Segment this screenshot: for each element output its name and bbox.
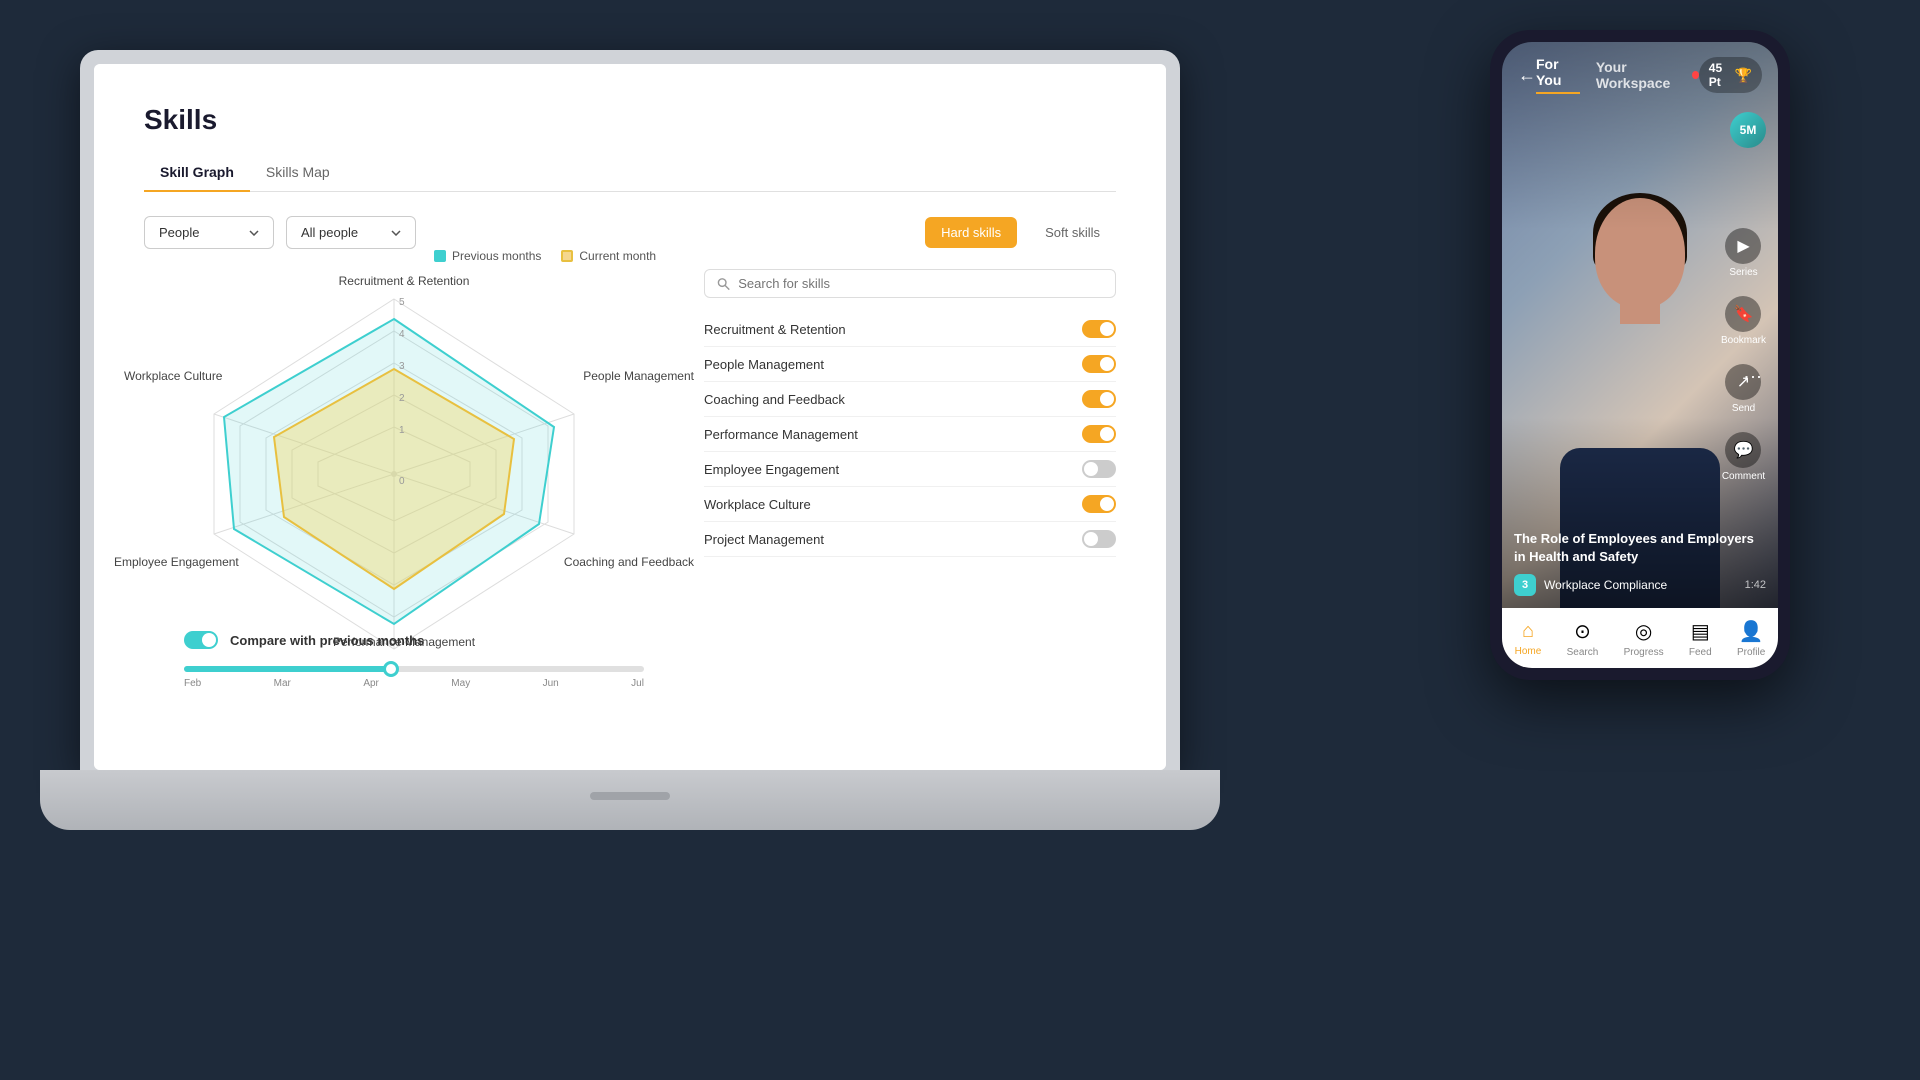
chart-area: 5 4 3 2 1 0 Recruitment & Retention Peop… bbox=[144, 269, 1116, 689]
bookmark-button[interactable]: 🔖 Bookmark bbox=[1721, 296, 1766, 346]
phone-nav: ⌂ Home ⊙ Search ◎ Progress ▤ Feed 👤 P bbox=[1502, 608, 1778, 668]
back-button[interactable]: ← bbox=[1518, 65, 1536, 86]
label-employee-eng: Employee Engagement bbox=[114, 555, 239, 569]
workspace-dot bbox=[1692, 71, 1699, 79]
legend-current: Current month bbox=[561, 249, 656, 263]
search-box bbox=[704, 269, 1116, 298]
video-duration: 1:42 bbox=[1745, 579, 1766, 591]
series-icon: ▶ bbox=[1725, 228, 1761, 264]
toggle-project-mgmt[interactable] bbox=[1082, 530, 1116, 548]
timeline-fill bbox=[184, 666, 391, 672]
phone-frame: ← For You Your Workspace 45 Pt 🏆 5M bbox=[1490, 30, 1790, 680]
skills-panel: Recruitment & Retention People Managemen… bbox=[694, 269, 1116, 689]
phone: ← For You Your Workspace 45 Pt 🏆 5M bbox=[1490, 30, 1790, 680]
skill-item-workplace-culture: Workplace Culture bbox=[704, 487, 1116, 522]
toggle-recruitment[interactable] bbox=[1082, 320, 1116, 338]
hard-skills-button[interactable]: Hard skills bbox=[925, 217, 1017, 248]
skill-item-project-mgmt: Project Management bbox=[704, 522, 1116, 557]
video-title: The Role of Employees and Employers in H… bbox=[1514, 530, 1766, 566]
nav-search[interactable]: ⊙ Search bbox=[1567, 619, 1599, 658]
points-text: 45 Pt bbox=[1709, 61, 1731, 89]
people-dropdown[interactable]: People bbox=[144, 216, 274, 249]
toggle-workplace-culture[interactable] bbox=[1082, 495, 1116, 513]
label-recruitment: Recruitment & Retention bbox=[339, 274, 470, 288]
compare-row: Compare with previous months bbox=[184, 621, 424, 659]
nav-progress[interactable]: ◎ Progress bbox=[1624, 619, 1664, 658]
laptop-frame: Skills Skill Graph Skills Map People All… bbox=[80, 50, 1180, 770]
bookmark-icon: 🔖 bbox=[1725, 296, 1761, 332]
soft-skills-button[interactable]: Soft skills bbox=[1029, 217, 1116, 248]
all-people-dropdown[interactable]: All people bbox=[286, 216, 416, 249]
compare-toggle[interactable] bbox=[184, 631, 218, 649]
phone-header: ← For You Your Workspace 45 Pt 🏆 bbox=[1502, 42, 1778, 102]
nav-profile[interactable]: 👤 Profile bbox=[1737, 619, 1765, 658]
skill-search-input[interactable] bbox=[738, 276, 1103, 291]
search-icon bbox=[717, 277, 730, 291]
search-nav-icon: ⊙ bbox=[1574, 619, 1591, 644]
progress-icon: ◎ bbox=[1635, 619, 1652, 644]
tab-skills-map[interactable]: Skills Map bbox=[250, 156, 346, 192]
tab-skill-graph[interactable]: Skill Graph bbox=[144, 156, 250, 192]
trophy-icon: 🏆 bbox=[1735, 67, 1752, 84]
skill-item-people-mgmt: People Management bbox=[704, 347, 1116, 382]
legend-dot-previous bbox=[434, 250, 446, 262]
timeline-labels: Feb Mar Apr May Jun Jul bbox=[184, 678, 644, 689]
laptop-notch bbox=[590, 792, 670, 800]
skill-item-coaching: Coaching and Feedback bbox=[704, 382, 1116, 417]
toggle-coaching[interactable] bbox=[1082, 390, 1116, 408]
video-badge: 3 Workplace Compliance 1:42 bbox=[1514, 574, 1766, 596]
toggle-employee-eng[interactable] bbox=[1082, 460, 1116, 478]
video-info: The Role of Employees and Employers in H… bbox=[1502, 518, 1778, 608]
label-coaching: Coaching and Feedback bbox=[564, 555, 694, 569]
legend-dot-current bbox=[561, 250, 573, 262]
toggle-performance[interactable] bbox=[1082, 425, 1116, 443]
laptop: Skills Skill Graph Skills Map People All… bbox=[80, 50, 1180, 830]
phone-screen: ← For You Your Workspace 45 Pt 🏆 5M bbox=[1502, 42, 1778, 668]
compare-toggle-knob bbox=[202, 633, 216, 647]
phone-tabs: For You Your Workspace bbox=[1536, 56, 1699, 94]
svg-text:4: 4 bbox=[399, 329, 405, 340]
tab-for-you[interactable]: For You bbox=[1536, 56, 1580, 94]
app-content: Skills Skill Graph Skills Map People All… bbox=[94, 64, 1166, 770]
svg-text:3: 3 bbox=[399, 361, 405, 372]
tabs-container: Skill Graph Skills Map bbox=[144, 156, 1116, 192]
svg-text:2: 2 bbox=[399, 393, 405, 404]
label-workplace-culture: Workplace Culture bbox=[124, 369, 222, 383]
profile-icon: 👤 bbox=[1739, 619, 1764, 644]
skill-item-performance: Performance Management bbox=[704, 417, 1116, 452]
home-icon: ⌂ bbox=[1522, 620, 1534, 643]
svg-text:0: 0 bbox=[399, 476, 405, 487]
toggle-people-mgmt[interactable] bbox=[1082, 355, 1116, 373]
more-options[interactable]: ⋮ bbox=[1742, 368, 1764, 488]
skill-item-employee-eng: Employee Engagement bbox=[704, 452, 1116, 487]
label-people-mgmt: People Management bbox=[583, 369, 694, 383]
laptop-screen: Skills Skill Graph Skills Map People All… bbox=[94, 64, 1166, 770]
series-button[interactable]: ▶ Series bbox=[1721, 228, 1766, 278]
timeline: Feb Mar Apr May Jun Jul bbox=[184, 666, 644, 689]
radar-chart-wrapper: 5 4 3 2 1 0 Recruitment & Retention Peop… bbox=[144, 269, 664, 689]
tab-workspace[interactable]: Your Workspace bbox=[1596, 56, 1699, 94]
chart-legend: Previous months Current month bbox=[434, 249, 656, 263]
compare-label: Compare with previous months bbox=[230, 633, 424, 648]
avatar[interactable]: 5M bbox=[1730, 112, 1766, 148]
points-badge: 45 Pt 🏆 bbox=[1699, 57, 1762, 93]
badge-number: 3 bbox=[1514, 574, 1536, 596]
feed-icon: ▤ bbox=[1691, 619, 1710, 644]
skill-item-recruitment: Recruitment & Retention bbox=[704, 312, 1116, 347]
nav-home[interactable]: ⌂ Home bbox=[1515, 620, 1542, 657]
svg-text:1: 1 bbox=[399, 425, 405, 436]
laptop-base bbox=[40, 770, 1220, 830]
page-title: Skills bbox=[144, 104, 1116, 136]
controls-row: People All people Hard skills Soft skill… bbox=[144, 216, 1116, 249]
nav-feed[interactable]: ▤ Feed bbox=[1689, 619, 1712, 658]
legend-previous: Previous months bbox=[434, 249, 541, 263]
svg-text:5: 5 bbox=[399, 297, 405, 308]
timeline-track bbox=[184, 666, 644, 672]
timeline-thumb[interactable] bbox=[383, 661, 399, 677]
radar-chart: 5 4 3 2 1 0 bbox=[144, 269, 644, 669]
badge-text: Workplace Compliance bbox=[1544, 578, 1667, 592]
